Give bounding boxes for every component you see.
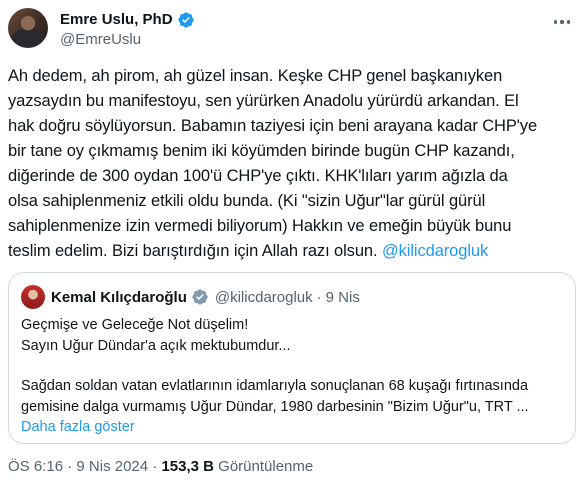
quoted-text: Geçmişe ve Geleceğe Not düşelim! Sayın U…: [21, 315, 566, 438]
quoted-tweet[interactable]: Kemal Kılıçdaroğlu @kilicdarogluk · 9 Ni…: [8, 272, 576, 444]
quoted-line: Sağdan soldan vatan evlatlarının idamlar…: [21, 378, 529, 394]
tweet-text: Ah dedem, ah pirom, ah güzel insan. Keşk…: [8, 64, 574, 264]
tweet-meta: ÖS 6:16 · 9 Nis 2024 · 153,3 B Görüntüle…: [8, 458, 313, 475]
tweet-line: hak doğru söylüyorsun. Babamın taziyesi …: [8, 117, 538, 135]
separator-dot: ·: [67, 458, 73, 475]
author-name-row[interactable]: Emre Uslu, PhD: [60, 10, 195, 30]
quoted-header: Kemal Kılıçdaroğlu @kilicdarogluk · 9 Ni…: [21, 285, 360, 309]
views-label: Görüntülenme: [218, 458, 314, 475]
quoted-line: Sayın Uğur Dündar'a açık mektubumdur...: [21, 337, 291, 354]
tweet-date[interactable]: 9 Nis 2024: [76, 458, 148, 475]
quoted-line: Geçmişe ve Geleceğe Not düşelim!: [21, 317, 249, 333]
quoted-line: gemisine dalga vurmamış Uğur Dündar, 198…: [21, 398, 529, 415]
more-dot: [560, 20, 564, 24]
tweet-time[interactable]: ÖS 6:16: [8, 458, 63, 475]
tweet-line: bir tane oy çıkmamış benim iki köyümden …: [8, 142, 515, 160]
tweet-line: Ah dedem, ah pirom, ah güzel insan. Keşk…: [8, 67, 503, 85]
tweet-last-line: teslim edelim. Bizi barıştırdığın için A…: [8, 239, 574, 264]
show-more-link[interactable]: Daha fazla göster: [21, 417, 566, 438]
tweet-line: diğerinde de 300 oydan 100'ü CHP'ye çıkt…: [8, 167, 508, 185]
quoted-avatar[interactable]: [21, 285, 45, 309]
separator-dot: ·: [152, 458, 158, 475]
tweet-line: sahiplenmenize izin vermedi biliyorum) H…: [8, 217, 512, 235]
quoted-display-name[interactable]: Kemal Kılıçdaroğlu: [51, 289, 187, 306]
tweet-header: Emre Uslu, PhD @EmreUslu: [8, 8, 578, 56]
more-dot: [553, 20, 558, 24]
author-handle[interactable]: @EmreUslu: [60, 30, 141, 50]
views-count: 153,3 B: [161, 458, 214, 475]
author-avatar[interactable]: [8, 8, 48, 48]
more-dot: [566, 20, 571, 24]
tweet-line: yazsaydın bu manifestoyu, sen yürürken A…: [8, 92, 519, 110]
author-display-name[interactable]: Emre Uslu, PhD: [60, 10, 173, 30]
separator-dot: ·: [316, 288, 322, 306]
verified-badge-icon: [192, 289, 208, 305]
quoted-handle[interactable]: @kilicdarogluk: [215, 289, 313, 306]
more-options-icon[interactable]: [548, 10, 576, 34]
verified-badge-icon: [177, 12, 194, 28]
quoted-timestamp[interactable]: 9 Nis: [326, 289, 360, 306]
tweet-line: olsa sahiplenmeniz etkili oldu bunda. (K…: [8, 192, 486, 210]
mention-link[interactable]: @kilicdarogluk: [382, 242, 488, 260]
tweet-line: teslim edelim. Bizi barıştırdığın için A…: [8, 242, 382, 260]
